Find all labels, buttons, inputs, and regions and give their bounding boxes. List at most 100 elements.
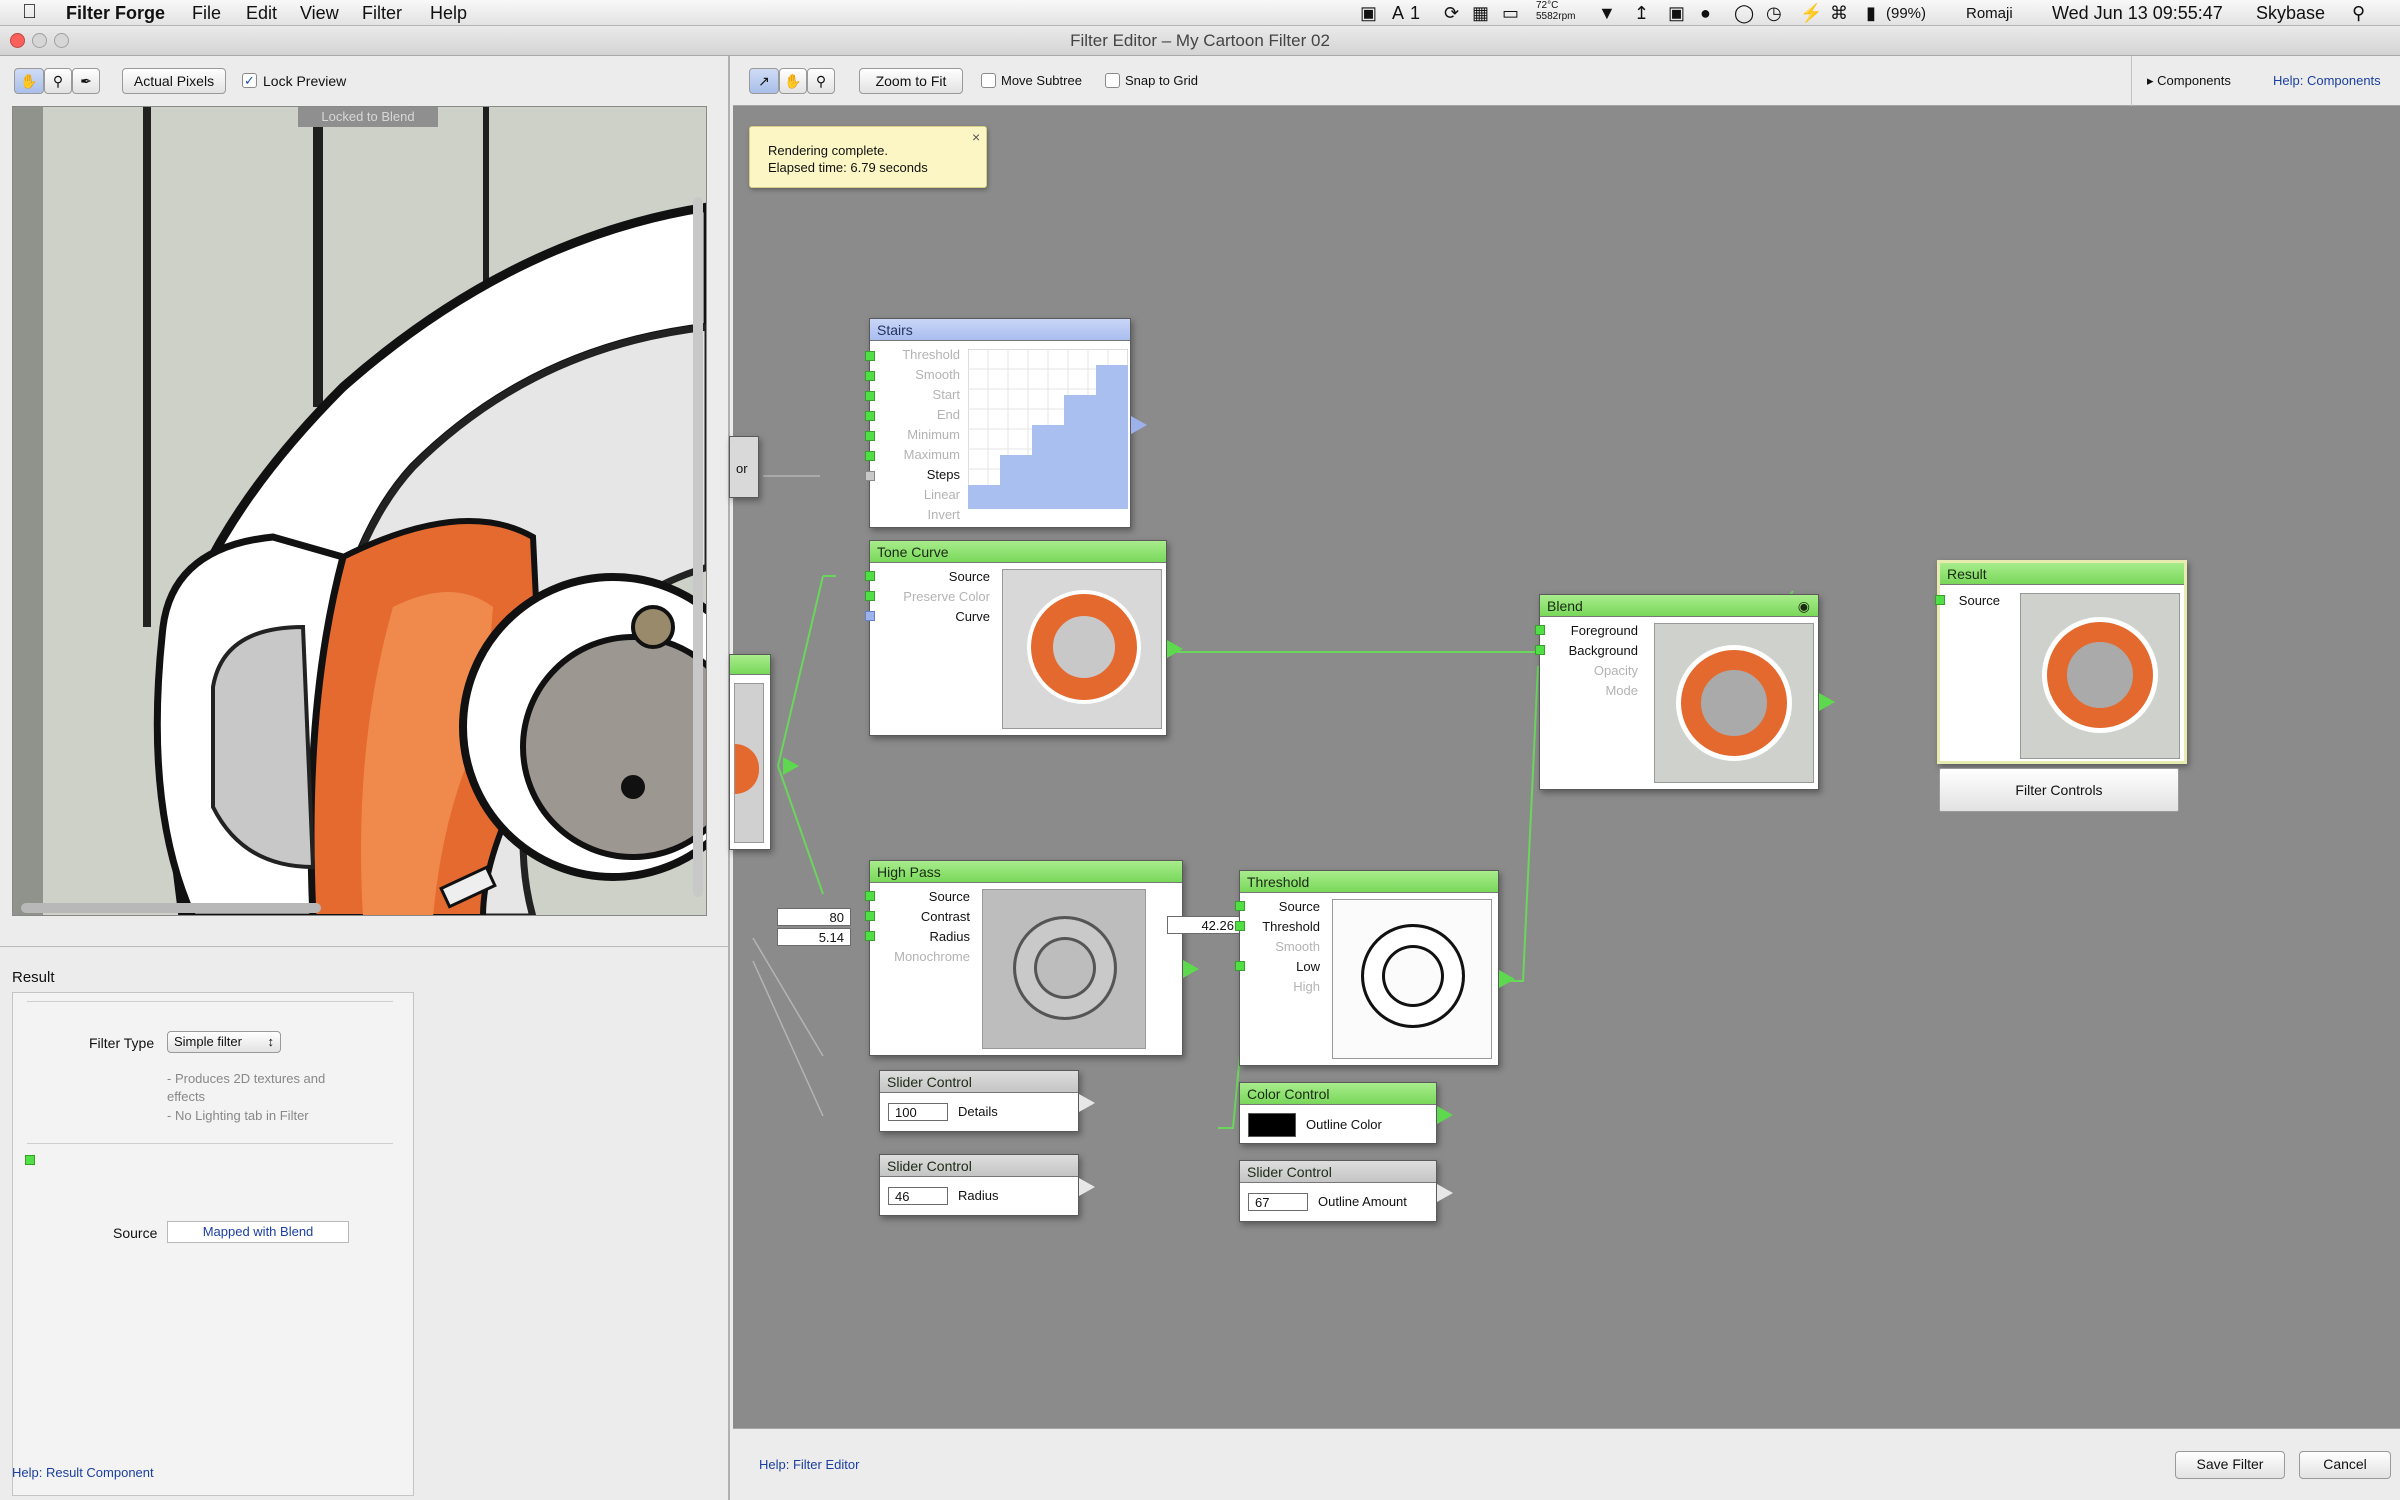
input-port[interactable] xyxy=(1935,595,1945,605)
node-thumbnail xyxy=(1654,623,1814,783)
filter-type-select[interactable]: Simple filter ↕ xyxy=(167,1031,281,1053)
camera-icon[interactable]: ▣ xyxy=(1360,3,1377,24)
slider-output-port[interactable] xyxy=(1437,1184,1453,1202)
lock-preview-checkbox[interactable]: ✓ xyxy=(242,73,257,88)
node-stairs[interactable]: Stairs Threshold Smooth Start End Minimu… xyxy=(865,318,1131,528)
preview-vscrollbar[interactable] xyxy=(693,197,703,897)
tone-output-port[interactable] xyxy=(1167,640,1183,658)
help-filter-editor-link[interactable]: Help: Filter Editor xyxy=(759,1457,859,1472)
display-icon[interactable]: ▭ xyxy=(1502,3,1519,24)
threshold-value-input[interactable]: 42.26 xyxy=(1167,916,1241,934)
color-output-port[interactable] xyxy=(1437,1106,1453,1124)
input-port[interactable] xyxy=(1535,645,1545,655)
input-port[interactable] xyxy=(865,571,875,581)
input-port[interactable] xyxy=(865,591,875,601)
input-port[interactable] xyxy=(865,911,875,921)
shield-icon[interactable]: ▼ xyxy=(1598,3,1616,24)
node-result[interactable]: Result Source xyxy=(1935,560,2187,764)
apple-menu-icon[interactable]:  xyxy=(22,1,37,24)
timemachine-icon[interactable]: ◷ xyxy=(1766,3,1782,24)
preview-image[interactable]: Locked to Blend xyxy=(12,106,707,916)
node-slider-outline[interactable]: Slider Control 67 Outline Amount xyxy=(1239,1160,1437,1222)
input-port[interactable] xyxy=(865,931,875,941)
node-high-pass[interactable]: High Pass Source Contrast Radius Monochr… xyxy=(865,860,1183,1056)
bolt-icon[interactable]: ⚡ xyxy=(1800,3,1822,24)
wifi-icon[interactable]: ⌘ xyxy=(1830,3,1848,24)
port-label: High xyxy=(1293,979,1320,994)
upload-icon[interactable]: ↥ xyxy=(1634,3,1649,24)
cancel-button[interactable]: Cancel xyxy=(2299,1451,2391,1479)
preview-hscrollbar[interactable] xyxy=(21,903,321,913)
slider-value-input[interactable]: 67 xyxy=(1248,1193,1308,1211)
slider-value-input[interactable]: 100 xyxy=(888,1103,948,1121)
source-value[interactable]: Mapped with Blend xyxy=(167,1221,349,1243)
input-port[interactable] xyxy=(1235,961,1245,971)
stairs-output-port[interactable] xyxy=(1131,416,1147,434)
clock[interactable]: Wed Jun 13 09:55:47 xyxy=(2052,3,2223,24)
node-title: Color Control xyxy=(1240,1083,1436,1105)
ime-indicator[interactable]: Romaji xyxy=(1966,5,2013,22)
briefcase-icon[interactable]: ▣ xyxy=(1668,3,1685,24)
zoom-tool-icon[interactable]: ⚲ xyxy=(44,68,72,94)
b-icon[interactable]: ● xyxy=(1700,3,1711,24)
source-port[interactable] xyxy=(25,1155,35,1165)
partial-source-node[interactable] xyxy=(729,654,771,850)
node-slider-radius[interactable]: Slider Control 46 Radius xyxy=(879,1154,1079,1216)
actual-pixels-button[interactable]: Actual Pixels xyxy=(122,68,226,94)
eye-icon[interactable]: ◉ xyxy=(1798,598,1810,615)
input-port[interactable] xyxy=(865,411,875,421)
node-blend[interactable]: Blend ◉ Foreground Background Opacity Mod… xyxy=(1535,594,1819,790)
contrast-value-input[interactable]: 80 xyxy=(777,908,851,926)
slider-output-port[interactable] xyxy=(1079,1094,1095,1112)
adobe-icon[interactable]: A xyxy=(1392,3,1404,24)
app-menu[interactable]: Filter Forge xyxy=(66,3,165,24)
filter-canvas[interactable]: ↗ ✋ ⚲ Zoom to Fit Move Subtree Snap to G… xyxy=(729,56,2400,1500)
input-port[interactable] xyxy=(865,471,875,481)
battery-icon[interactable]: ▮ xyxy=(1866,3,1876,24)
menu-filter[interactable]: Filter xyxy=(362,3,402,24)
stairs-curve-graph xyxy=(968,349,1128,509)
spotlight-icon[interactable]: ⚲ xyxy=(2352,3,2365,24)
color-swatch[interactable] xyxy=(1248,1113,1296,1137)
slider-output-port[interactable] xyxy=(1079,1178,1095,1196)
input-port[interactable] xyxy=(1535,625,1545,635)
highpass-output-port[interactable] xyxy=(1183,960,1199,978)
input-port[interactable] xyxy=(1235,901,1245,911)
sync-icon[interactable]: ⟳ xyxy=(1444,3,1459,24)
circle-icon[interactable]: ◯ xyxy=(1734,3,1754,24)
node-color-control[interactable]: Color Control Outline Color xyxy=(1239,1082,1437,1144)
node-threshold[interactable]: Threshold Source Threshold Smooth Low Hi… xyxy=(1235,870,1499,1066)
panel-splitter[interactable] xyxy=(0,946,728,952)
input-port[interactable] xyxy=(865,451,875,461)
menu-help[interactable]: Help xyxy=(430,3,467,24)
blend-output-port[interactable] xyxy=(1819,693,1835,711)
eyedropper-icon[interactable]: ✒ xyxy=(72,68,100,94)
radius-value-input[interactable]: 5.14 xyxy=(777,928,851,946)
temp-value: 72°C xyxy=(1536,0,1559,11)
input-port[interactable] xyxy=(865,431,875,441)
node-tone-curve[interactable]: Tone Curve Source Preserve Color Curve xyxy=(865,540,1167,736)
filter-controls-button[interactable]: Filter Controls xyxy=(1939,768,2179,812)
help-result-link[interactable]: Help: Result Component xyxy=(12,1465,154,1480)
menu-file[interactable]: File xyxy=(192,3,221,24)
threshold-output-port[interactable] xyxy=(1499,970,1515,988)
input-port[interactable] xyxy=(865,371,875,381)
menu-edit[interactable]: Edit xyxy=(246,3,277,24)
input-port[interactable] xyxy=(865,891,875,901)
input-port[interactable] xyxy=(865,391,875,401)
grid-icon[interactable]: ▦ xyxy=(1472,3,1489,24)
partial-output-port[interactable] xyxy=(783,757,799,775)
save-filter-button[interactable]: Save Filter xyxy=(2175,1451,2285,1479)
port-label: Smooth xyxy=(915,367,960,382)
slider-value-input[interactable]: 46 xyxy=(888,1187,948,1205)
hand-tool-icon[interactable]: ✋ xyxy=(14,68,44,94)
user-menu[interactable]: Skybase xyxy=(2256,3,2325,24)
node-slider-details[interactable]: Slider Control 100 Details xyxy=(879,1070,1079,1132)
port-label: Contrast xyxy=(920,909,970,924)
input-port[interactable] xyxy=(1235,921,1245,931)
partial-node[interactable]: or xyxy=(729,436,759,498)
menu-view[interactable]: View xyxy=(300,3,339,24)
input-port[interactable] xyxy=(865,351,875,361)
input-port[interactable] xyxy=(865,611,875,621)
close-icon[interactable]: × xyxy=(972,129,980,145)
